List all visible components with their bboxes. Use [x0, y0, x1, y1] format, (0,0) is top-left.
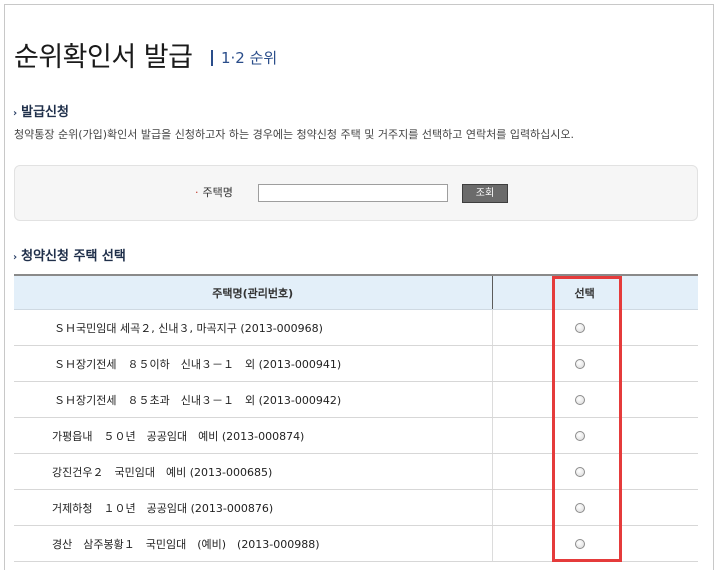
apply-section-description: 청약통장 순위(가입)확인서 발급을 신청하고자 하는 경우에는 청약신청 주택…: [14, 128, 575, 141]
house-name-input[interactable]: [258, 184, 448, 202]
house-name-cell: ＳＨ장기전세 ８５이하 신내３－１ 외 (2013-000941): [14, 345, 493, 382]
table-row: ＳＨ장기전세 ８５초과 신내３－１ 외 (2013-000942): [14, 381, 698, 418]
apply-section-heading-label: 발급신청: [21, 105, 69, 120]
apply-section-heading: › 발급신청: [13, 104, 69, 123]
select-radio[interactable]: [574, 539, 585, 549]
table-row: 경산 삼주봉황１ 국민임대 (예비) (2013-000988): [14, 525, 698, 562]
house-name-cell: 거제하청 １０년 공공임대 (2013-000876): [14, 489, 493, 526]
select-cell: [492, 489, 698, 526]
chevron-right-icon: ›: [13, 252, 18, 263]
select-radio[interactable]: [574, 467, 585, 477]
select-cell: [492, 417, 698, 454]
house-name-cell: ＳＨ장기전세 ８５초과 신내３－１ 외 (2013-000942): [14, 381, 493, 418]
required-dot-icon: ·: [195, 186, 199, 199]
table-row: 가평읍내 ５０년 공공임대 예비 (2013-000874): [14, 417, 698, 454]
table-header-row: 주택명(관리번호) 선택: [14, 274, 698, 310]
select-cell: [492, 525, 698, 562]
select-cell: [492, 345, 698, 382]
select-cell: [492, 453, 698, 490]
page-title: 순위확인서 발급: [14, 42, 193, 73]
house-name-cell: 강진건우２ 국민임대 예비 (2013-000685): [14, 453, 493, 490]
column-header-select: 선택: [492, 274, 698, 310]
house-name-cell: ＳＨ국민임대 세곡２, 신내３, 마곡지구 (2013-000968): [14, 309, 493, 346]
house-name-cell: 경산 삼주봉황１ 국민임대 (예비) (2013-000988): [14, 525, 493, 562]
select-radio[interactable]: [574, 323, 585, 333]
select-section-heading: › 청약신청 주택 선택: [13, 248, 126, 267]
table-row: 거제하청 １０년 공공임대 (2013-000876): [14, 489, 698, 526]
search-label: · 주택명: [195, 186, 233, 200]
table-row: ＳＨ장기전세 ８５이하 신내３－１ 외 (2013-000941): [14, 345, 698, 382]
house-selection-table: 주택명(관리번호) 선택 ＳＨ국민임대 세곡２, 신내３, 마곡지구 (2013…: [14, 274, 698, 562]
select-radio[interactable]: [574, 503, 585, 513]
page-subtitle: 1·2 순위: [221, 49, 278, 67]
select-section-heading-label: 청약신청 주택 선택: [21, 249, 126, 264]
search-button[interactable]: 조회: [462, 184, 508, 203]
search-label-text: 주택명: [202, 186, 233, 199]
select-radio[interactable]: [574, 431, 585, 441]
table-row: 강진건우２ 국민임대 예비 (2013-000685): [14, 453, 698, 490]
select-radio[interactable]: [574, 395, 585, 405]
select-radio[interactable]: [574, 359, 585, 369]
table-row: ＳＨ국민임대 세곡２, 신내３, 마곡지구 (2013-000968): [14, 309, 698, 346]
select-cell: [492, 381, 698, 418]
select-cell: [492, 309, 698, 346]
house-name-cell: 가평읍내 ５０년 공공임대 예비 (2013-000874): [14, 417, 493, 454]
chevron-right-icon: ›: [13, 108, 18, 119]
title-divider: [211, 50, 213, 66]
column-header-house-name: 주택명(관리번호): [14, 274, 493, 310]
